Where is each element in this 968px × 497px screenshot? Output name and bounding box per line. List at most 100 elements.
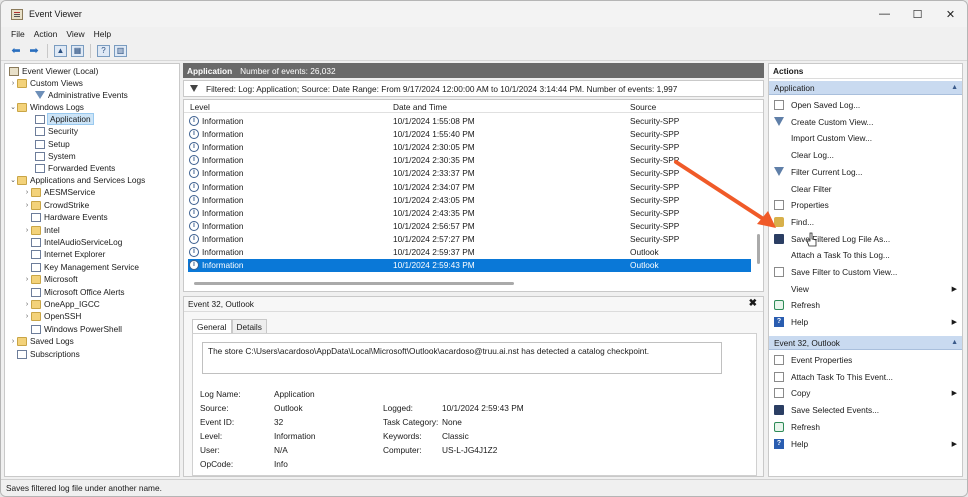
show-hide-action-pane-icon[interactable]: ▥ xyxy=(114,44,127,57)
table-row[interactable]: i Information 10/1/2024 2:34:07 PM Security… xyxy=(188,181,751,194)
action-properties[interactable]: Properties xyxy=(769,198,962,212)
up-folder-icon[interactable]: ▲ xyxy=(54,44,67,57)
tree-item-crowdstrike[interactable]: › CrowdStrike xyxy=(23,199,89,212)
action-attach-task-to-this-event[interactable]: Attach Task To This Event... xyxy=(769,370,962,384)
chevron-down-icon[interactable]: ⌄ xyxy=(9,103,17,111)
chevron-right-icon[interactable]: › xyxy=(23,276,31,283)
table-row[interactable]: i Information 10/1/2024 2:43:05 PM Security… xyxy=(188,194,751,207)
tree-admin-events[interactable]: Administrative Events xyxy=(35,89,128,102)
tree-apps-services[interactable]: ⌄ Applications and Services Logs xyxy=(9,174,145,187)
table-row[interactable]: i Information 10/1/2024 2:56:57 PM Security… xyxy=(188,220,751,233)
action-create-custom-view[interactable]: Create Custom View... xyxy=(769,115,962,129)
tree-system[interactable]: System xyxy=(35,150,76,163)
chevron-right-icon[interactable]: › xyxy=(23,301,31,308)
action-import-custom-view[interactable]: Import Custom View... xyxy=(769,131,962,145)
table-row[interactable]: i Information 10/1/2024 2:30:05 PM Security… xyxy=(188,141,751,154)
table-row[interactable]: i Information 10/1/2024 2:57:27 PM Security… xyxy=(188,233,751,246)
menu-file[interactable]: File xyxy=(11,29,25,39)
chevron-right-icon[interactable]: › xyxy=(9,80,17,87)
tree-item-aesmservice[interactable]: › AESMService xyxy=(23,186,95,199)
tree-forwarded-events[interactable]: Forwarded Events xyxy=(35,162,115,175)
action-refresh[interactable]: Refresh xyxy=(769,298,962,312)
scroll-thumb[interactable] xyxy=(757,234,760,264)
chevron-down-icon[interactable]: ⌄ xyxy=(9,176,17,184)
tree-item-key-management[interactable]: Key Management Service xyxy=(31,261,139,274)
chevron-right-icon[interactable]: › xyxy=(23,313,31,320)
maximize-button[interactable]: ☐ xyxy=(901,1,934,27)
action-copy[interactable]: Copy ▶ xyxy=(769,386,962,400)
action-save-selected-events[interactable]: Save Selected Events... xyxy=(769,403,962,417)
menu-help[interactable]: Help xyxy=(94,29,111,39)
action-filter-current-log[interactable]: Filter Current Log... xyxy=(769,165,962,179)
horizontal-scrollbar[interactable] xyxy=(194,282,514,285)
tree-item-microsoft[interactable]: › Microsoft xyxy=(23,273,78,286)
user-value: N/A xyxy=(274,445,288,455)
event-message[interactable]: The store C:\Users\acardoso\AppData\Loca… xyxy=(202,342,722,374)
vertical-scrollbar[interactable] xyxy=(756,114,761,274)
tree-item-powershell[interactable]: Windows PowerShell xyxy=(31,323,122,336)
collapse-icon[interactable]: ▲ xyxy=(951,84,958,91)
action-help[interactable]: ? Help ▶ xyxy=(769,315,962,329)
row-level: Information xyxy=(202,233,244,244)
table-row[interactable]: i Information 10/1/2024 1:55:40 PM Security… xyxy=(188,128,751,141)
column-source[interactable]: Source xyxy=(630,102,656,112)
tree-setup[interactable]: Setup xyxy=(35,138,70,151)
column-level[interactable]: Level xyxy=(190,102,210,112)
action-find[interactable]: Find... xyxy=(769,215,962,229)
action-open-saved-log[interactable]: Open Saved Log... xyxy=(769,98,962,112)
tree-windows-logs[interactable]: ⌄ Windows Logs xyxy=(9,101,84,114)
action-label: Create Custom View... xyxy=(791,116,874,127)
tree-item-office-alerts[interactable]: Microsoft Office Alerts xyxy=(31,286,125,299)
close-button[interactable]: ✕ xyxy=(934,1,967,27)
chevron-right-icon[interactable]: › xyxy=(9,338,17,345)
minimize-button[interactable]: — xyxy=(868,1,901,27)
tree-subscriptions[interactable]: Subscriptions xyxy=(17,348,80,361)
close-icon[interactable]: ✖ xyxy=(749,298,757,309)
action-save-filter-to-custom-view[interactable]: Save Filter to Custom View... xyxy=(769,265,962,279)
table-row[interactable]: i Information 10/1/2024 1:55:08 PM Security… xyxy=(188,115,751,128)
table-row[interactable]: i Information 10/1/2024 2:33:37 PM Security… xyxy=(188,167,751,180)
tree-item-openssh[interactable]: › OpenSSH xyxy=(23,310,82,323)
event-detail-pane: Event 32, Outlook ✖ General Details The … xyxy=(183,296,764,477)
back-arrow-icon[interactable]: ⬅ xyxy=(9,44,23,58)
tab-general[interactable]: General xyxy=(192,319,232,333)
action-clear-filter[interactable]: Clear Filter xyxy=(769,182,962,196)
chevron-right-icon[interactable]: › xyxy=(23,227,31,234)
table-row[interactable]: i Information 10/1/2024 2:30:35 PM Security… xyxy=(188,154,751,167)
menu-action[interactable]: Action xyxy=(34,29,58,39)
chevron-right-icon[interactable]: › xyxy=(23,202,31,209)
event-viewer-icon xyxy=(9,66,19,76)
tree-root[interactable]: Event Viewer (Local) xyxy=(9,65,98,78)
action-event-properties[interactable]: Event Properties xyxy=(769,353,962,367)
show-hide-tree-icon[interactable]: ▦ xyxy=(71,44,84,57)
tree-item-internet-explorer[interactable]: Internet Explorer xyxy=(31,248,105,261)
tree-item-intelaudio[interactable]: IntelAudioServiceLog xyxy=(31,236,122,249)
collapse-icon[interactable]: ▲ xyxy=(951,339,958,346)
forward-arrow-icon[interactable]: ➡ xyxy=(27,44,41,58)
tree-security[interactable]: Security xyxy=(35,125,78,138)
tree-item-intel[interactable]: › Intel xyxy=(23,224,60,237)
tab-details[interactable]: Details xyxy=(231,319,267,333)
action-attach-a-task-to-this-log[interactable]: Attach a Task To this Log... xyxy=(769,248,962,262)
action-view[interactable]: View ▶ xyxy=(769,282,962,296)
row-source: Security-SPP xyxy=(630,142,680,153)
tree-application[interactable]: Application xyxy=(35,113,94,126)
actions-section-event[interactable]: Event 32, Outlook ▲ xyxy=(769,336,962,350)
action-clear-log[interactable]: Clear Log... xyxy=(769,148,962,162)
actions-section-application[interactable]: Application ▲ xyxy=(769,81,962,95)
action-help[interactable]: ? Help ▶ xyxy=(769,437,962,451)
table-row[interactable]: i Information 10/1/2024 2:43:35 PM Security… xyxy=(188,207,751,220)
row-level: Information xyxy=(202,155,244,166)
tree-item-hardware-events[interactable]: Hardware Events xyxy=(31,211,108,224)
tree-saved-logs[interactable]: › Saved Logs xyxy=(9,335,74,348)
action-save-filtered-log-file-as[interactable]: Save Filtered Log File As... xyxy=(769,232,962,246)
menu-view[interactable]: View xyxy=(66,29,84,39)
chevron-right-icon[interactable]: › xyxy=(23,189,31,196)
tree-custom-views[interactable]: › Custom Views xyxy=(9,77,83,90)
table-row[interactable]: i Information 10/1/2024 2:59:37 PM Outlook xyxy=(188,246,751,259)
column-date-time[interactable]: Date and Time xyxy=(393,102,447,112)
help-icon[interactable]: ? xyxy=(97,44,110,57)
table-row[interactable]: i Information 10/1/2024 2:59:43 PM Outlook xyxy=(188,259,751,273)
action-refresh[interactable]: Refresh xyxy=(769,420,962,434)
tree-item-oneapp-igcc[interactable]: › OneApp_IGCC xyxy=(23,298,100,311)
